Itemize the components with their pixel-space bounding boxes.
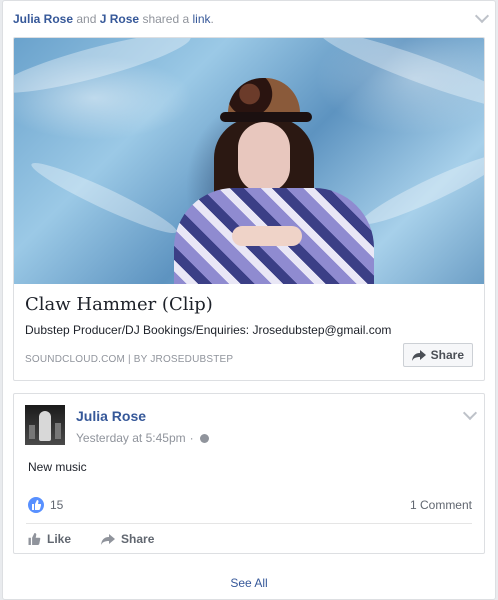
share-action-button[interactable]: Share: [101, 532, 154, 546]
link-title[interactable]: Claw Hammer (Clip): [25, 294, 213, 315]
like-button[interactable]: Like: [28, 532, 71, 546]
timestamp-separator: ·: [189, 431, 194, 445]
user-link-julia-rose[interactable]: Julia Rose: [13, 12, 73, 26]
thumbs-up-icon: [28, 497, 44, 513]
link-preview-card[interactable]: Claw Hammer (Clip) Dubstep Producer/DJ B…: [13, 37, 485, 381]
user-link-j-rose[interactable]: J Rose: [100, 12, 139, 26]
see-all-link[interactable]: See All: [0, 576, 498, 590]
like-button-label: Like: [47, 532, 72, 546]
embedded-post: Julia Rose Yesterday at 5:45pm · New mus…: [13, 393, 485, 554]
header-shared-text: shared a: [142, 12, 190, 26]
post-actions: Like Share: [28, 532, 154, 546]
globe-icon: [199, 433, 209, 443]
post-author[interactable]: Julia Rose: [76, 408, 146, 424]
header-period: .: [210, 12, 214, 26]
post-timestamp-row: Yesterday at 5:45pm ·: [76, 431, 209, 445]
post-text: New music: [28, 460, 87, 474]
like-summary[interactable]: 15: [28, 497, 63, 513]
divider: [26, 523, 472, 524]
avatar[interactable]: [25, 405, 65, 445]
chevron-down-icon[interactable]: [462, 405, 478, 421]
thumbs-up-icon: [28, 533, 41, 545]
share-button[interactable]: Share: [402, 343, 473, 367]
like-count: 15: [50, 498, 64, 512]
share-arrow-icon: [411, 349, 426, 361]
share-arrow-icon: [101, 533, 116, 545]
header-and-text: and: [76, 12, 97, 26]
link-word-link[interactable]: link: [193, 12, 211, 26]
link-description: Dubstep Producer/DJ Bookings/Enquiries: …: [25, 323, 392, 337]
link-source: SOUNDCLOUD.COM | BY JROSEDUBSTEP: [25, 354, 234, 365]
link-preview-image[interactable]: [14, 38, 484, 284]
post-timestamp[interactable]: Yesterday at 5:45pm: [76, 431, 186, 445]
share-action-label: Share: [121, 532, 155, 546]
comment-count[interactable]: 1 Comment: [410, 498, 472, 512]
story-header: Julia Rose and J Rose shared a link.: [13, 12, 214, 26]
share-button-label: Share: [430, 348, 464, 362]
